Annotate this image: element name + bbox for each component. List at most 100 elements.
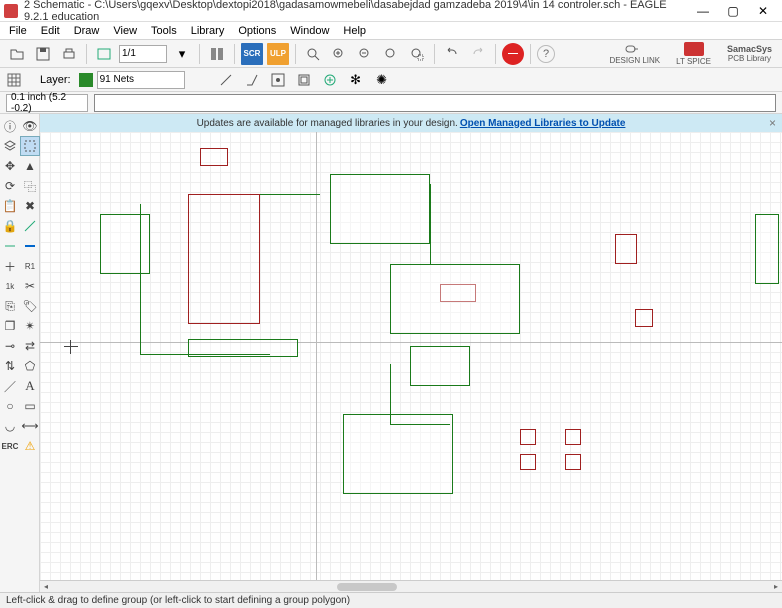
coordinate-display: 0.1 inch (5.2 -0.2) xyxy=(6,94,88,112)
pinswap-button[interactable]: ⇅ xyxy=(0,356,20,376)
zoom-in-button[interactable] xyxy=(328,43,350,65)
pin-button[interactable]: ⊸ xyxy=(0,336,20,356)
module-button[interactable] xyxy=(293,69,315,91)
menu-help[interactable]: Help xyxy=(336,24,373,38)
arc-button[interactable]: ◡ xyxy=(0,416,20,436)
zoom-redraw-button[interactable] xyxy=(380,43,402,65)
main-area: ⓘ 👁 ✥ ▲ ⟳ ⿻ 📋 ✖ 🔒 ＋ R1 1k ✂ ⎘ 🏷 ❐ ✴ ⊸ ⇄ … xyxy=(0,114,782,592)
rect-button[interactable]: ▭ xyxy=(20,396,40,416)
ulp-button[interactable]: ULP xyxy=(267,43,289,65)
notification-bar: Updates are available for managed librar… xyxy=(40,114,782,132)
scroll-left-arrow-icon[interactable]: ◂ xyxy=(40,581,52,593)
dimension-button[interactable]: ⟷ xyxy=(20,416,40,436)
maximize-button[interactable]: ▢ xyxy=(718,1,748,21)
save-button[interactable] xyxy=(32,43,54,65)
lock-button[interactable]: 🔒 xyxy=(0,216,20,236)
zoom-fit-button[interactable] xyxy=(302,43,324,65)
undo-button[interactable] xyxy=(441,43,463,65)
schematic-canvas[interactable]: Updates are available for managed librar… xyxy=(40,114,782,592)
move-button[interactable]: ✥ xyxy=(0,156,20,176)
net-line xyxy=(390,364,391,424)
library-button[interactable] xyxy=(206,43,228,65)
notification-close-icon[interactable]: × xyxy=(769,116,776,130)
polygon-button[interactable]: ⬠ xyxy=(20,356,40,376)
sheet-selector[interactable] xyxy=(119,45,167,63)
grid-button[interactable] xyxy=(6,72,22,88)
info-button[interactable]: ⓘ xyxy=(0,116,20,136)
separator xyxy=(234,44,235,64)
value-button[interactable]: 1k xyxy=(0,276,20,296)
stop-button[interactable]: — xyxy=(502,43,524,65)
miter-button[interactable] xyxy=(215,69,237,91)
close-button[interactable]: ✕ xyxy=(748,1,778,21)
notification-link[interactable]: Open Managed Libraries to Update xyxy=(460,118,626,129)
attribute-button[interactable]: ❐ xyxy=(0,316,20,336)
net-line xyxy=(430,184,431,264)
mcu-chip xyxy=(188,194,260,324)
gear1-icon[interactable]: ✻ xyxy=(345,69,367,91)
copy-button[interactable]: ⿻ xyxy=(20,176,40,196)
label-button[interactable]: 🏷 xyxy=(20,296,40,316)
line-button[interactable]: ／ xyxy=(0,376,20,396)
menu-file[interactable]: File xyxy=(2,24,34,38)
wire-style-button[interactable] xyxy=(241,69,263,91)
gear2-icon[interactable]: ✺ xyxy=(371,69,393,91)
junction-button[interactable] xyxy=(267,69,289,91)
wire-button[interactable] xyxy=(20,216,40,236)
net-line xyxy=(140,204,141,354)
show-button[interactable]: 👁 xyxy=(20,116,40,136)
net-block-5 xyxy=(410,346,470,386)
circle-button[interactable]: ○ xyxy=(0,396,20,416)
zoom-select-button[interactable] xyxy=(406,43,428,65)
menu-window[interactable]: Window xyxy=(283,24,336,38)
bus-button[interactable] xyxy=(20,236,40,256)
net-button[interactable] xyxy=(0,236,20,256)
ic-block xyxy=(200,148,228,166)
smash-button[interactable]: ✴ xyxy=(20,316,40,336)
command-input[interactable] xyxy=(94,94,776,112)
menu-edit[interactable]: Edit xyxy=(34,24,67,38)
designlink-button[interactable]: DESIGN LINK xyxy=(605,42,664,65)
app-icon xyxy=(4,4,18,18)
name-button[interactable]: R1 xyxy=(20,256,40,276)
connector-5 xyxy=(520,454,536,470)
errors-button[interactable]: ⚠ xyxy=(20,436,40,456)
zoom-out-button[interactable] xyxy=(354,43,376,65)
add-button[interactable]: ＋ xyxy=(0,256,20,276)
minimize-button[interactable]: — xyxy=(688,1,718,21)
side-toolbar: ⓘ 👁 ✥ ▲ ⟳ ⿻ 📋 ✖ 🔒 ＋ R1 1k ✂ ⎘ 🏷 ❐ ✴ ⊸ ⇄ … xyxy=(0,114,40,592)
split-button[interactable]: ✂ xyxy=(20,276,40,296)
group-button[interactable] xyxy=(20,136,40,156)
separator xyxy=(199,44,200,64)
redo-button[interactable] xyxy=(467,43,489,65)
layer-color-swatch[interactable] xyxy=(79,73,93,87)
menu-draw[interactable]: Draw xyxy=(67,24,107,38)
board-button[interactable] xyxy=(93,43,115,65)
open-button[interactable] xyxy=(6,43,28,65)
samacsys-button[interactable]: SamacSys PCB Library xyxy=(723,45,776,63)
horizontal-scrollbar[interactable]: ◂ ▸ xyxy=(40,580,782,592)
scroll-thumb[interactable] xyxy=(337,583,397,591)
menu-options[interactable]: Options xyxy=(231,24,283,38)
add-part-button[interactable] xyxy=(319,69,341,91)
layer-selector[interactable] xyxy=(97,71,185,89)
mirror-button[interactable]: ▲ xyxy=(20,156,40,176)
layers-button[interactable] xyxy=(0,136,20,156)
sheet-dropdown-icon[interactable]: ▾ xyxy=(171,43,193,65)
invoke-button[interactable]: ⎘ xyxy=(0,296,20,316)
rotate-button[interactable]: ⟳ xyxy=(0,176,20,196)
ltspice-button[interactable]: LT SPICE xyxy=(672,42,715,66)
script-button[interactable]: SCR xyxy=(241,43,263,65)
scroll-right-arrow-icon[interactable]: ▸ xyxy=(770,581,782,593)
menu-view[interactable]: View xyxy=(106,24,144,38)
erc-button[interactable]: ERC xyxy=(0,436,20,456)
layer-toolbar: Layer: ✻ ✺ xyxy=(0,68,782,92)
delete-button[interactable]: ✖ xyxy=(20,196,40,216)
help-button[interactable]: ? xyxy=(537,45,555,63)
menu-library[interactable]: Library xyxy=(184,24,232,38)
text-button[interactable]: A xyxy=(20,376,40,396)
gateswap-button[interactable]: ⇄ xyxy=(20,336,40,356)
menu-tools[interactable]: Tools xyxy=(144,24,184,38)
print-button[interactable] xyxy=(58,43,80,65)
paste-button[interactable]: 📋 xyxy=(0,196,20,216)
